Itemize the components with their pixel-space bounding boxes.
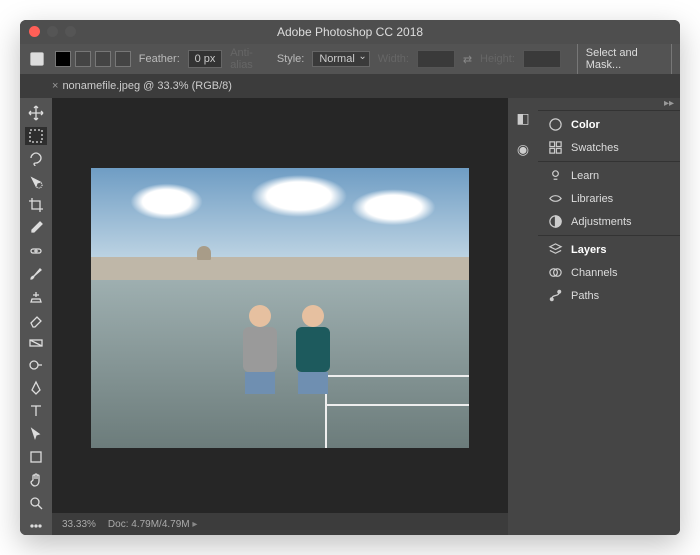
window-maximize-button[interactable] (65, 26, 76, 37)
zoom-tool-icon[interactable] (25, 494, 47, 512)
selection-new-icon[interactable] (55, 51, 71, 67)
anti-alias-checkbox: Anti-alias (230, 47, 269, 71)
more-tools-icon[interactable] (25, 517, 47, 535)
swap-wh-icon: ⇄ (463, 53, 472, 66)
hand-tool-icon[interactable] (25, 471, 47, 489)
selection-subtract-icon[interactable] (95, 51, 111, 67)
window-close-button[interactable] (29, 26, 40, 37)
tab-close-icon[interactable]: × (52, 80, 58, 92)
width-input (417, 50, 455, 68)
move-tool-icon[interactable] (25, 104, 47, 122)
clone-stamp-tool-icon[interactable] (25, 288, 47, 306)
panel-libraries[interactable]: Libraries (538, 187, 680, 210)
crop-tool-icon[interactable] (25, 196, 47, 214)
tools-panel (20, 98, 52, 535)
zoom-level[interactable]: 33.33% (62, 519, 96, 530)
height-input (523, 50, 561, 68)
doc-info[interactable]: Doc: 4.79M/4.79M (108, 519, 190, 530)
panel-learn[interactable]: Learn (538, 164, 680, 187)
ps-home-icon[interactable] (28, 49, 47, 69)
type-tool-icon[interactable] (25, 402, 47, 420)
spot-heal-tool-icon[interactable] (25, 242, 47, 260)
brush-tool-icon[interactable] (25, 265, 47, 283)
panel-adjustments[interactable]: Adjustments (538, 210, 680, 233)
gradient-tool-icon[interactable] (25, 334, 47, 352)
quick-select-tool-icon[interactable] (25, 173, 47, 191)
selection-add-icon[interactable] (75, 51, 91, 67)
document-tab-bar: × nonamefile.jpeg @ 33.3% (RGB/8) (20, 74, 680, 98)
panel-layers-label: Layers (571, 244, 606, 256)
panel-layers[interactable]: Layers (538, 238, 680, 261)
document-tab[interactable]: × nonamefile.jpeg @ 33.3% (RGB/8) (44, 80, 240, 92)
status-bar: 33.33% Doc: 4.79M/4.79M ▸ (52, 513, 508, 535)
panel-libraries-label: Libraries (571, 193, 613, 205)
properties-icon[interactable]: ◉ (517, 141, 529, 158)
window-minimize-button[interactable] (47, 26, 58, 37)
panel-swatches[interactable]: Swatches (538, 136, 680, 159)
panel-color[interactable]: Color (538, 113, 680, 136)
window-title: Adobe Photoshop CC 2018 (20, 25, 680, 39)
doc-info-arrow-icon[interactable]: ▸ (190, 519, 198, 530)
selection-mode-group (55, 51, 131, 67)
feather-label: Feather: (139, 53, 180, 65)
shape-tool-icon[interactable] (25, 448, 47, 466)
panel-paths[interactable]: Paths (538, 284, 680, 307)
panel-channels[interactable]: Channels (538, 261, 680, 284)
eraser-tool-icon[interactable] (25, 311, 47, 329)
select-and-mask-button[interactable]: Select and Mask... (577, 43, 672, 75)
path-select-tool-icon[interactable] (25, 425, 47, 443)
height-label: Height: (480, 53, 515, 65)
eyedropper-tool-icon[interactable] (25, 219, 47, 237)
panel-learn-label: Learn (571, 170, 599, 182)
panel-color-label: Color (571, 119, 600, 131)
history-icon[interactable]: ◧ (516, 110, 529, 127)
panel-dock: ▸▸ Color Swatches Learn Libraries Adjust… (538, 98, 680, 535)
lasso-tool-icon[interactable] (25, 150, 47, 168)
panel-channels-label: Channels (571, 267, 617, 279)
panel-paths-label: Paths (571, 290, 599, 302)
selection-intersect-icon[interactable] (115, 51, 131, 67)
panel-collapse-icon[interactable]: ▸▸ (664, 98, 674, 110)
marquee-tool-icon[interactable] (25, 127, 47, 145)
panel-adjustments-label: Adjustments (571, 216, 632, 228)
tab-label: nonamefile.jpeg @ 33.3% (RGB/8) (62, 80, 232, 92)
options-bar: Feather: 0 px Anti-alias Style: Normal W… (20, 44, 680, 74)
panel-swatches-label: Swatches (571, 142, 619, 154)
feather-input[interactable]: 0 px (188, 50, 222, 68)
document-canvas[interactable] (91, 168, 469, 448)
dodge-tool-icon[interactable] (25, 356, 47, 374)
pen-tool-icon[interactable] (25, 379, 47, 397)
canvas-stage: 33.33% Doc: 4.79M/4.79M ▸ (52, 98, 508, 535)
app-window: Adobe Photoshop CC 2018 Feather: 0 px An… (20, 20, 680, 535)
style-label: Style: (277, 53, 305, 65)
titlebar: Adobe Photoshop CC 2018 (20, 20, 680, 44)
style-select[interactable]: Normal (312, 51, 369, 67)
width-label: Width: (378, 53, 409, 65)
collapsed-panel-strip: ◧ ◉ (508, 98, 538, 535)
